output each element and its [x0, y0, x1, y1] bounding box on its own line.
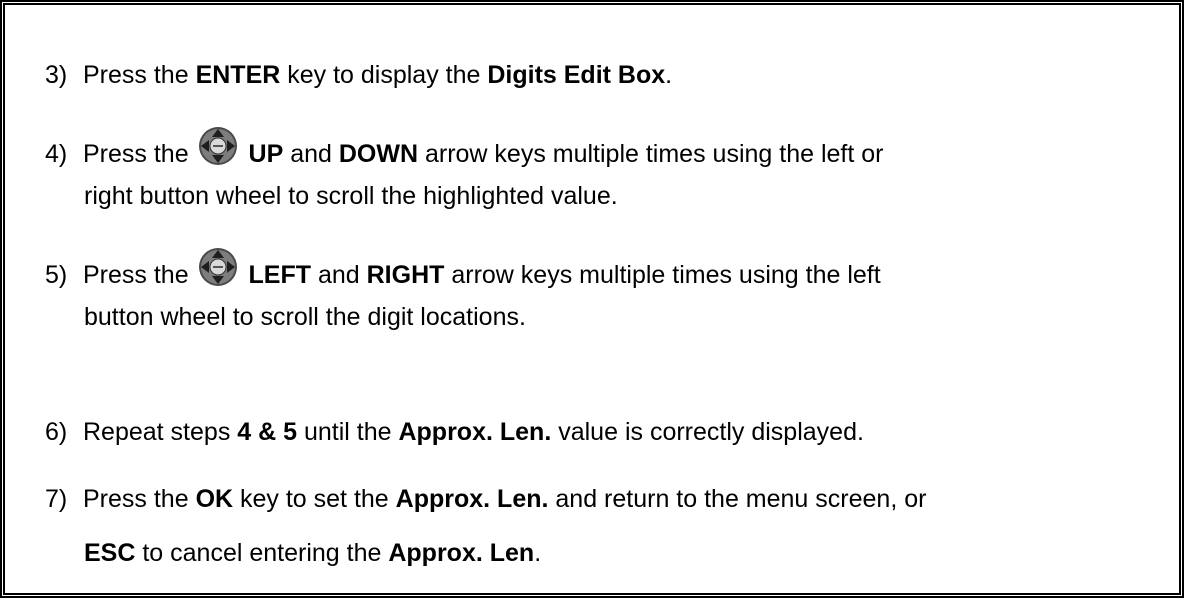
step-6: 6) Repeat steps 4 & 5 until the Approx. L…: [45, 416, 864, 448]
instruction-box: 3) Press the ENTER key to display the Dig…: [0, 0, 1184, 598]
key-name-up: UP: [248, 140, 284, 168]
step-text: Press the: [83, 485, 196, 513]
approx-len-label: Approx. Len: [388, 539, 535, 567]
step-5-continuation: button wheel to scroll the digit locatio…: [84, 303, 526, 331]
step-4-continuation: right button wheel to scroll the highlig…: [84, 182, 618, 210]
step-number: 4): [45, 140, 68, 168]
key-name-esc: ESC: [84, 539, 136, 567]
step-3: 3) Press the ENTER key to display the Dig…: [45, 59, 672, 91]
step-number: 7): [45, 485, 68, 513]
step-text: Press the: [83, 61, 196, 89]
step-text: Repeat steps: [83, 418, 238, 446]
step-text: arrow keys multiple times using the left…: [418, 140, 884, 168]
step-text: and return to the menu screen, or: [548, 485, 927, 513]
key-name-left: LEFT: [248, 261, 312, 289]
step-number: 6): [45, 418, 68, 446]
step-reference: 4 & 5: [237, 418, 298, 446]
approx-len-label: Approx. Len.: [395, 485, 549, 513]
step-text: and: [283, 140, 339, 168]
step-text: key to display the: [280, 61, 488, 89]
key-name-enter: ENTER: [195, 61, 281, 89]
directional-pad-icon: [198, 248, 237, 286]
step-text: until the: [297, 418, 399, 446]
key-name-ok: OK: [195, 485, 234, 513]
step-text: Press the: [83, 140, 196, 168]
approx-len-label: Approx. Len.: [398, 418, 552, 446]
step-text: [242, 140, 249, 168]
step-4: 4) Press the UP and DOWN arrow keys multi…: [45, 126, 883, 170]
step-text: arrow keys multiple times using the left: [444, 261, 881, 289]
step-number: 3): [45, 61, 68, 89]
step-text: .: [534, 539, 542, 567]
directional-pad-icon: [198, 127, 237, 165]
digits-edit-box-label: Digits Edit Box: [487, 61, 666, 89]
step-text: key to set the: [233, 485, 396, 513]
step-number: 5): [45, 261, 68, 289]
key-name-right: RIGHT: [366, 261, 445, 289]
step-text: Press the: [83, 261, 196, 289]
step-7-continuation: ESC to cancel entering the Approx. Len.: [84, 537, 541, 569]
step-text: [242, 261, 249, 289]
step-7: 7) Press the OK key to set the Approx. Le…: [45, 483, 926, 515]
step-text: value is correctly displayed.: [551, 418, 864, 446]
step-text: and: [311, 261, 367, 289]
key-name-down: DOWN: [338, 140, 419, 168]
step-text: to cancel entering the: [135, 539, 389, 567]
step-5: 5) Press the LEFT and RIGHT arrow keys mu…: [45, 247, 881, 291]
step-text: .: [665, 61, 673, 89]
